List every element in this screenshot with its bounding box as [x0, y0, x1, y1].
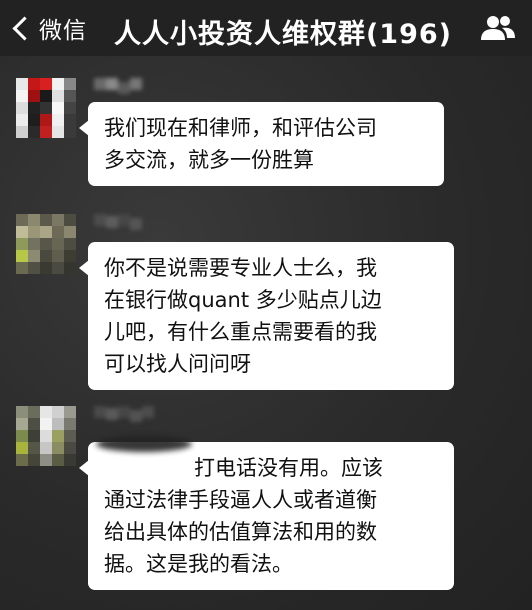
message-line: 可以找人问问呀: [104, 352, 251, 376]
chevron-left-icon: [12, 15, 37, 41]
message-line-wrap: 打电话没有用。应该: [104, 452, 440, 484]
sender-nickname-redacted: [94, 76, 214, 98]
message-line: 我们现在和律师，和评估公司: [104, 116, 377, 140]
message-line: 多交流，就多一份胜算: [104, 148, 314, 172]
message-line: 通过法律手段逼人人或者道衡: [104, 488, 377, 512]
group-members-icon[interactable]: [480, 14, 516, 42]
message-line: 给出具体的估值算法和用的数: [104, 520, 377, 544]
chat-header: 微信 人人小投资人维权群(196): [0, 0, 532, 56]
chat-screen: 微信 人人小投资人维权群(196) 我们现在和律师，和评估公司 多交流，就多一份…: [0, 0, 532, 610]
page-title: 人人小投资人维权群(196): [113, 19, 453, 50]
message-line: 据。这是我的看法。: [104, 552, 293, 576]
avatar[interactable]: [16, 406, 76, 466]
message-list[interactable]: 我们现在和律师，和评估公司 多交流，就多一份胜算 你不是说需要专业人士么，我 在…: [0, 56, 532, 610]
message-line: 打电话没有用。应该: [194, 456, 383, 480]
message-bubble[interactable]: 你不是说需要专业人士么，我 在银行做quant 多少贴点儿边 儿吧，有什么重点需…: [79, 242, 454, 390]
avatar[interactable]: [16, 214, 76, 274]
message-line: 你不是说需要专业人士么，我: [104, 256, 377, 280]
message-bubble[interactable]: 我们现在和律师，和评估公司 多交流，就多一份胜算: [79, 102, 444, 186]
message-line: 在银行做quant 多少贴点儿边: [104, 288, 382, 312]
sender-nickname-redacted: [94, 404, 214, 426]
redacted-text: [104, 458, 194, 480]
back-label: 微信: [39, 18, 87, 44]
avatar[interactable]: [16, 78, 76, 138]
back-button[interactable]: 微信: [10, 10, 87, 46]
message-bubble[interactable]: 打电话没有用。应该 通过法律手段逼人人或者道衡 给出具体的估值算法和用的数 据。…: [79, 436, 454, 590]
redaction-mark: [96, 436, 192, 452]
message-line: 儿吧，有什么重点需要看的我: [104, 320, 377, 344]
sender-nickname-redacted: [94, 212, 214, 234]
